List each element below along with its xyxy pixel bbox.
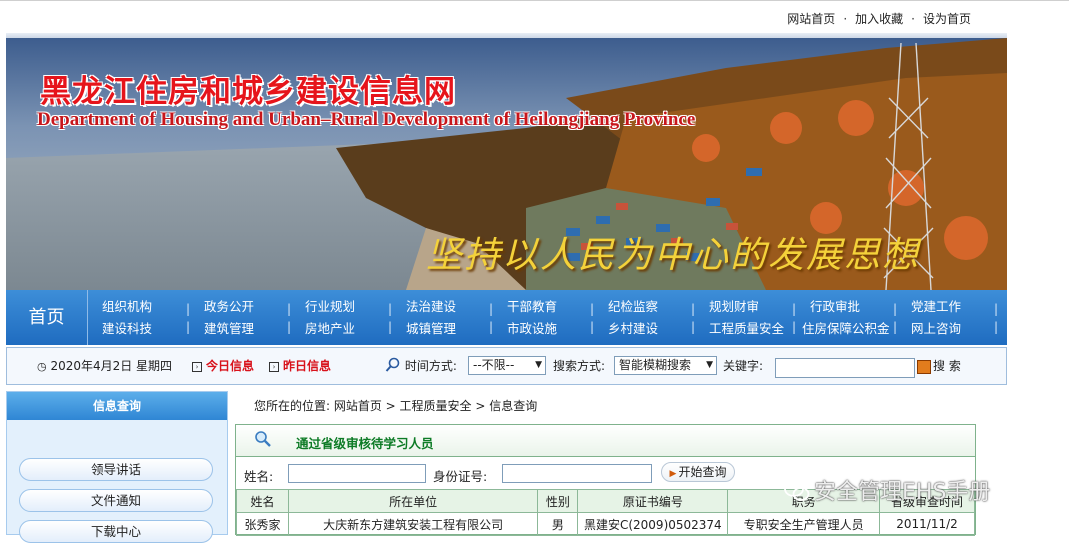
nav-item-rule-of-law[interactable]: 法治建设 <box>406 296 456 318</box>
time-mode-select[interactable]: --不限-- ▼ <box>468 356 546 375</box>
nav-separator: | | <box>287 302 292 334</box>
search-toolbar: ◷ 2020年4月2日 星期四 › 今日信息 › 昨日信息 时间方式: --不限--… <box>6 347 1007 385</box>
dropdown-arrow-icon: ▼ <box>535 360 542 370</box>
nav-item-construction-tech[interactable]: 建设科技 <box>102 318 152 340</box>
column-header: 所在单位 <box>287 489 539 513</box>
nav-item-urban-mgmt[interactable]: 城镇管理 <box>406 318 456 340</box>
nav-column-7: 规划财审 工程质量安全 <box>709 296 784 340</box>
arrow-box-icon: › <box>192 361 202 372</box>
nav-item-real-estate[interactable]: 房地产业 <box>305 318 355 340</box>
top-links: 网站首页 · 加入收藏 · 设为首页 <box>0 5 1007 33</box>
column-header: 姓名 <box>236 489 289 513</box>
nav-item-gov-affairs[interactable]: 政务公开 <box>204 296 254 318</box>
sidebar-item-downloads[interactable]: 下载中心 <box>19 520 213 543</box>
table-row: 张秀家 大庆新东方建筑安装工程有限公司 男 黑建安C(2009)0502374 … <box>236 512 975 536</box>
sidebar-item-leader-speech[interactable]: 领导讲话 <box>19 458 213 481</box>
nav-item-building-mgmt[interactable]: 建筑管理 <box>204 318 254 340</box>
table-cell: 2011/11/2 <box>879 512 975 536</box>
magnifier-icon <box>255 431 271 447</box>
top-border <box>0 0 1069 1</box>
nav-item-org[interactable]: 组织机构 <box>102 296 152 318</box>
main-navigation: 首页 组织机构 建设科技 | | 政务公开 建筑管理 | | 行业规划 房地产业 |… <box>6 290 1007 345</box>
link-set-homepage[interactable]: 设为首页 <box>923 12 971 26</box>
nav-separator: | | <box>186 302 191 334</box>
nav-item-housing-fund[interactable]: 住房保障公积金 <box>802 318 890 340</box>
nav-item-plan-finance[interactable]: 规划财审 <box>709 296 784 318</box>
nav-item-industry-plan[interactable]: 行业规划 <box>305 296 355 318</box>
separator: · <box>911 12 915 26</box>
nav-separator: | | <box>691 302 696 334</box>
search-button[interactable]: 搜 索 <box>917 348 961 384</box>
nav-column-6: 纪检监察 乡村建设 <box>608 296 658 340</box>
name-label: 姓名: <box>244 469 274 484</box>
keyword-label: 关键字: <box>723 359 764 373</box>
nav-item-rural-construction[interactable]: 乡村建设 <box>608 318 658 340</box>
nav-separator: | | <box>994 302 999 334</box>
site-title-english: Department of Housing and Urban–Rural De… <box>37 109 696 130</box>
start-query-button[interactable]: ▶ 开始查询 <box>661 462 735 482</box>
nav-item-admin-approval[interactable]: 行政审批 <box>802 296 890 318</box>
dropdown-arrow-icon: ▼ <box>706 360 713 370</box>
nav-item-cadre-edu[interactable]: 干部教育 <box>507 296 557 318</box>
today-info-link[interactable]: › 今日信息 <box>192 348 254 384</box>
search-icon <box>385 357 400 372</box>
nav-item-municipal[interactable]: 市政设施 <box>507 318 557 340</box>
nav-item-party-building[interactable]: 党建工作 <box>911 296 961 318</box>
nav-column-8: 行政审批 住房保障公积金 <box>802 296 890 340</box>
nav-separator: | | <box>590 302 595 334</box>
separator: · <box>843 12 848 26</box>
nav-home[interactable]: 首页 <box>6 290 88 345</box>
nav-column-2: 政务公开 建筑管理 <box>204 296 254 340</box>
keyword-input[interactable] <box>775 358 915 378</box>
nav-item-discipline[interactable]: 纪检监察 <box>608 296 658 318</box>
sidebar-item-notices[interactable]: 文件通知 <box>19 489 213 512</box>
table-cell: 男 <box>537 512 579 536</box>
panel-title: 通过省级审核待学习人员 <box>296 436 434 451</box>
nav-column-4: 法治建设 城镇管理 <box>406 296 456 340</box>
search-mode-label: 搜索方式: <box>553 359 606 373</box>
sidebar-header: 信息查询 <box>7 392 227 420</box>
table-cell: 黑建安C(2009)0502374 <box>577 512 729 536</box>
nav-separator: | | <box>489 302 494 334</box>
nav-separator: | | <box>893 302 898 334</box>
banner: 黑龙江住房和城乡建设信息网 Department of Housing and … <box>6 38 1007 290</box>
column-header: 原证书编号 <box>577 489 729 513</box>
nav-separator: | | <box>388 302 393 334</box>
nav-item-quality-safety[interactable]: 工程质量安全 <box>709 318 784 340</box>
nav-column-9: 党建工作 网上咨询 <box>911 296 961 340</box>
nav-column-5: 干部教育 市政设施 <box>507 296 557 340</box>
table-cell: 专职安全生产管理人员 <box>727 512 881 536</box>
wechat-icon <box>784 481 810 501</box>
table-cell: 张秀家 <box>236 512 289 536</box>
nav-column-3: 行业规划 房地产业 <box>305 296 355 340</box>
arrow-box-icon: › <box>269 361 279 372</box>
name-input[interactable] <box>288 464 426 483</box>
nav-separator: | | <box>792 302 797 334</box>
current-date: ◷ 2020年4月2日 星期四 <box>37 359 173 373</box>
site-title-chinese: 黑龙江住房和城乡建设信息网 <box>40 74 456 110</box>
id-number-label: 身份证号: <box>433 469 488 484</box>
link-home[interactable]: 网站首页 <box>787 12 835 26</box>
sidebar: 信息查询 领导讲话 文件通知 下载中心 <box>6 391 228 543</box>
clock-icon: ◷ <box>37 360 47 373</box>
table-cell: 大庆新东方建筑安装工程有限公司 <box>287 512 539 536</box>
breadcrumb: 您所在的位置: 网站首页 > 工程质量安全 > 信息查询 <box>254 399 538 413</box>
search-mode-select[interactable]: 智能模糊搜索 ▼ <box>614 356 717 375</box>
play-arrow-icon: ▶ <box>669 469 677 479</box>
column-header: 性别 <box>537 489 579 513</box>
pencil-icon <box>917 359 931 374</box>
nav-item-online-consult[interactable]: 网上咨询 <box>911 318 961 340</box>
id-number-input[interactable] <box>502 464 652 483</box>
panel-header: 通过省级审核待学习人员 <box>236 425 975 457</box>
banner-slogan: 坚持以人民为中心的发展思想 <box>426 235 921 276</box>
nav-column-1: 组织机构 建设科技 <box>102 296 152 340</box>
yesterday-info-link[interactable]: › 昨日信息 <box>269 348 331 384</box>
link-add-favorite[interactable]: 加入收藏 <box>855 12 903 26</box>
time-mode-label: 时间方式: <box>385 348 457 384</box>
watermark: 安全管理EHS手册 <box>784 474 990 506</box>
